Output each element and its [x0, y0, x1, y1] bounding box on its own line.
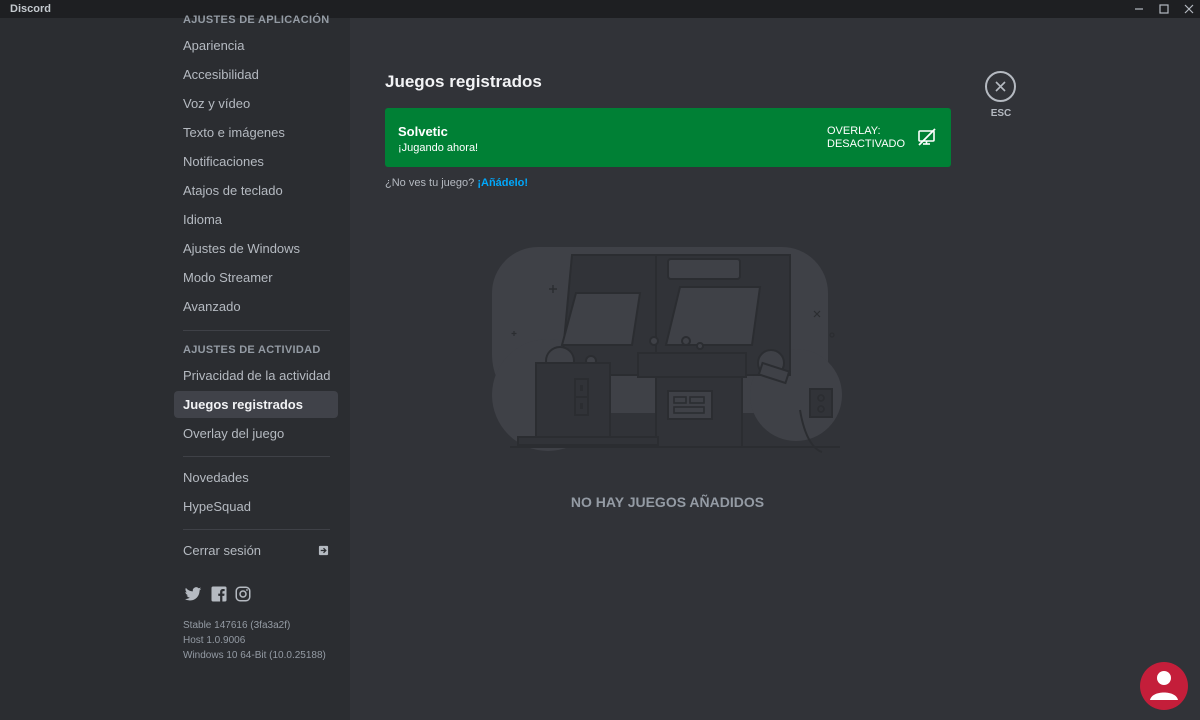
minimize-button[interactable] — [1126, 1, 1152, 17]
version-stable: Stable 147616 (3fa3a2f) — [183, 620, 291, 631]
logout-label: Cerrar sesión — [183, 543, 262, 558]
sidebar-item-text-images[interactable]: Texto e imágenes — [174, 119, 338, 146]
version-os: Windows 10 64-Bit (10.0.25188) — [183, 650, 326, 661]
logout-icon — [318, 545, 329, 556]
logout-button[interactable]: Cerrar sesión — [174, 537, 338, 564]
overlay-status-label: OVERLAY: DESACTIVADO — [827, 125, 917, 151]
close-window-button[interactable] — [1176, 1, 1200, 17]
close-icon — [995, 81, 1006, 92]
sidebar-item-accessibility[interactable]: Accesibilidad — [174, 61, 338, 88]
sidebar-item-keybinds[interactable]: Atajos de teclado — [174, 177, 338, 204]
twitter-icon[interactable] — [184, 585, 202, 603]
section-header-app-settings: AJUSTES DE APLICACIÓN — [183, 14, 330, 26]
instagram-icon[interactable] — [234, 585, 252, 603]
minimize-icon — [1135, 8, 1143, 10]
sidebar-separator — [183, 529, 330, 530]
app-title: Discord — [10, 3, 51, 15]
overlay-toggle-icon[interactable] — [917, 128, 937, 147]
sidebar-item-streamer-mode[interactable]: Modo Streamer — [174, 264, 338, 291]
sidebar-item-language[interactable]: Idioma — [174, 206, 338, 233]
game-name: Solvetic — [398, 124, 448, 139]
sidebar-item-activity-privacy[interactable]: Privacidad de la actividad — [174, 362, 338, 389]
sidebar-item-game-overlay[interactable]: Overlay del juego — [174, 420, 338, 447]
hint-text: ¿No ves tu juego? — [385, 177, 475, 189]
current-game-card: Solvetic ¡Jugando ahora! OVERLAY: DESACT… — [385, 108, 951, 167]
game-status: ¡Jugando ahora! — [398, 142, 479, 154]
empty-state-text: NO HAY JUEGOS AÑADIDOS — [570, 494, 765, 510]
page-title: Juegos registrados — [385, 72, 542, 91]
maximize-icon — [1159, 4, 1169, 14]
title-bar: Discord — [0, 0, 1200, 18]
facebook-icon[interactable] — [210, 585, 228, 603]
watermark-logo-icon — [1140, 662, 1188, 710]
version-host: Host 1.0.9006 — [183, 635, 246, 646]
maximize-button[interactable] — [1151, 1, 1177, 17]
overlay-label-line1: OVERLAY: — [827, 125, 881, 137]
sidebar-item-voice-video[interactable]: Voz y vídeo — [174, 90, 338, 117]
close-icon — [1184, 4, 1194, 14]
sidebar-item-registered-games[interactable]: Juegos registrados — [174, 391, 338, 418]
sidebar-item-whats-new[interactable]: Novedades — [174, 464, 338, 491]
add-game-hint: ¿No ves tu juego? ¡Añádelo! — [385, 177, 528, 189]
discord-window: Discord AJUSTES DE APLICACIÓN Apariencia… — [0, 0, 1200, 720]
sidebar-item-notifications[interactable]: Notificaciones — [174, 148, 338, 175]
overlay-label-line2: DESACTIVADO — [827, 138, 906, 150]
arcade-machines-illustration — [492, 247, 842, 453]
sidebar-separator — [183, 456, 330, 457]
sidebar-separator — [183, 330, 330, 331]
close-settings-button[interactable] — [985, 71, 1016, 102]
sidebar-item-windows-settings[interactable]: Ajustes de Windows — [174, 235, 338, 262]
sidebar-item-advanced[interactable]: Avanzado — [174, 293, 338, 320]
section-header-activity-settings: AJUSTES DE ACTIVIDAD — [183, 344, 321, 356]
sidebar-item-hypesquad[interactable]: HypeSquad — [174, 493, 338, 520]
sidebar-item-appearance[interactable]: Apariencia — [174, 32, 338, 59]
add-game-link[interactable]: ¡Añádelo! — [477, 177, 528, 189]
esc-label: ESC — [990, 108, 1012, 119]
